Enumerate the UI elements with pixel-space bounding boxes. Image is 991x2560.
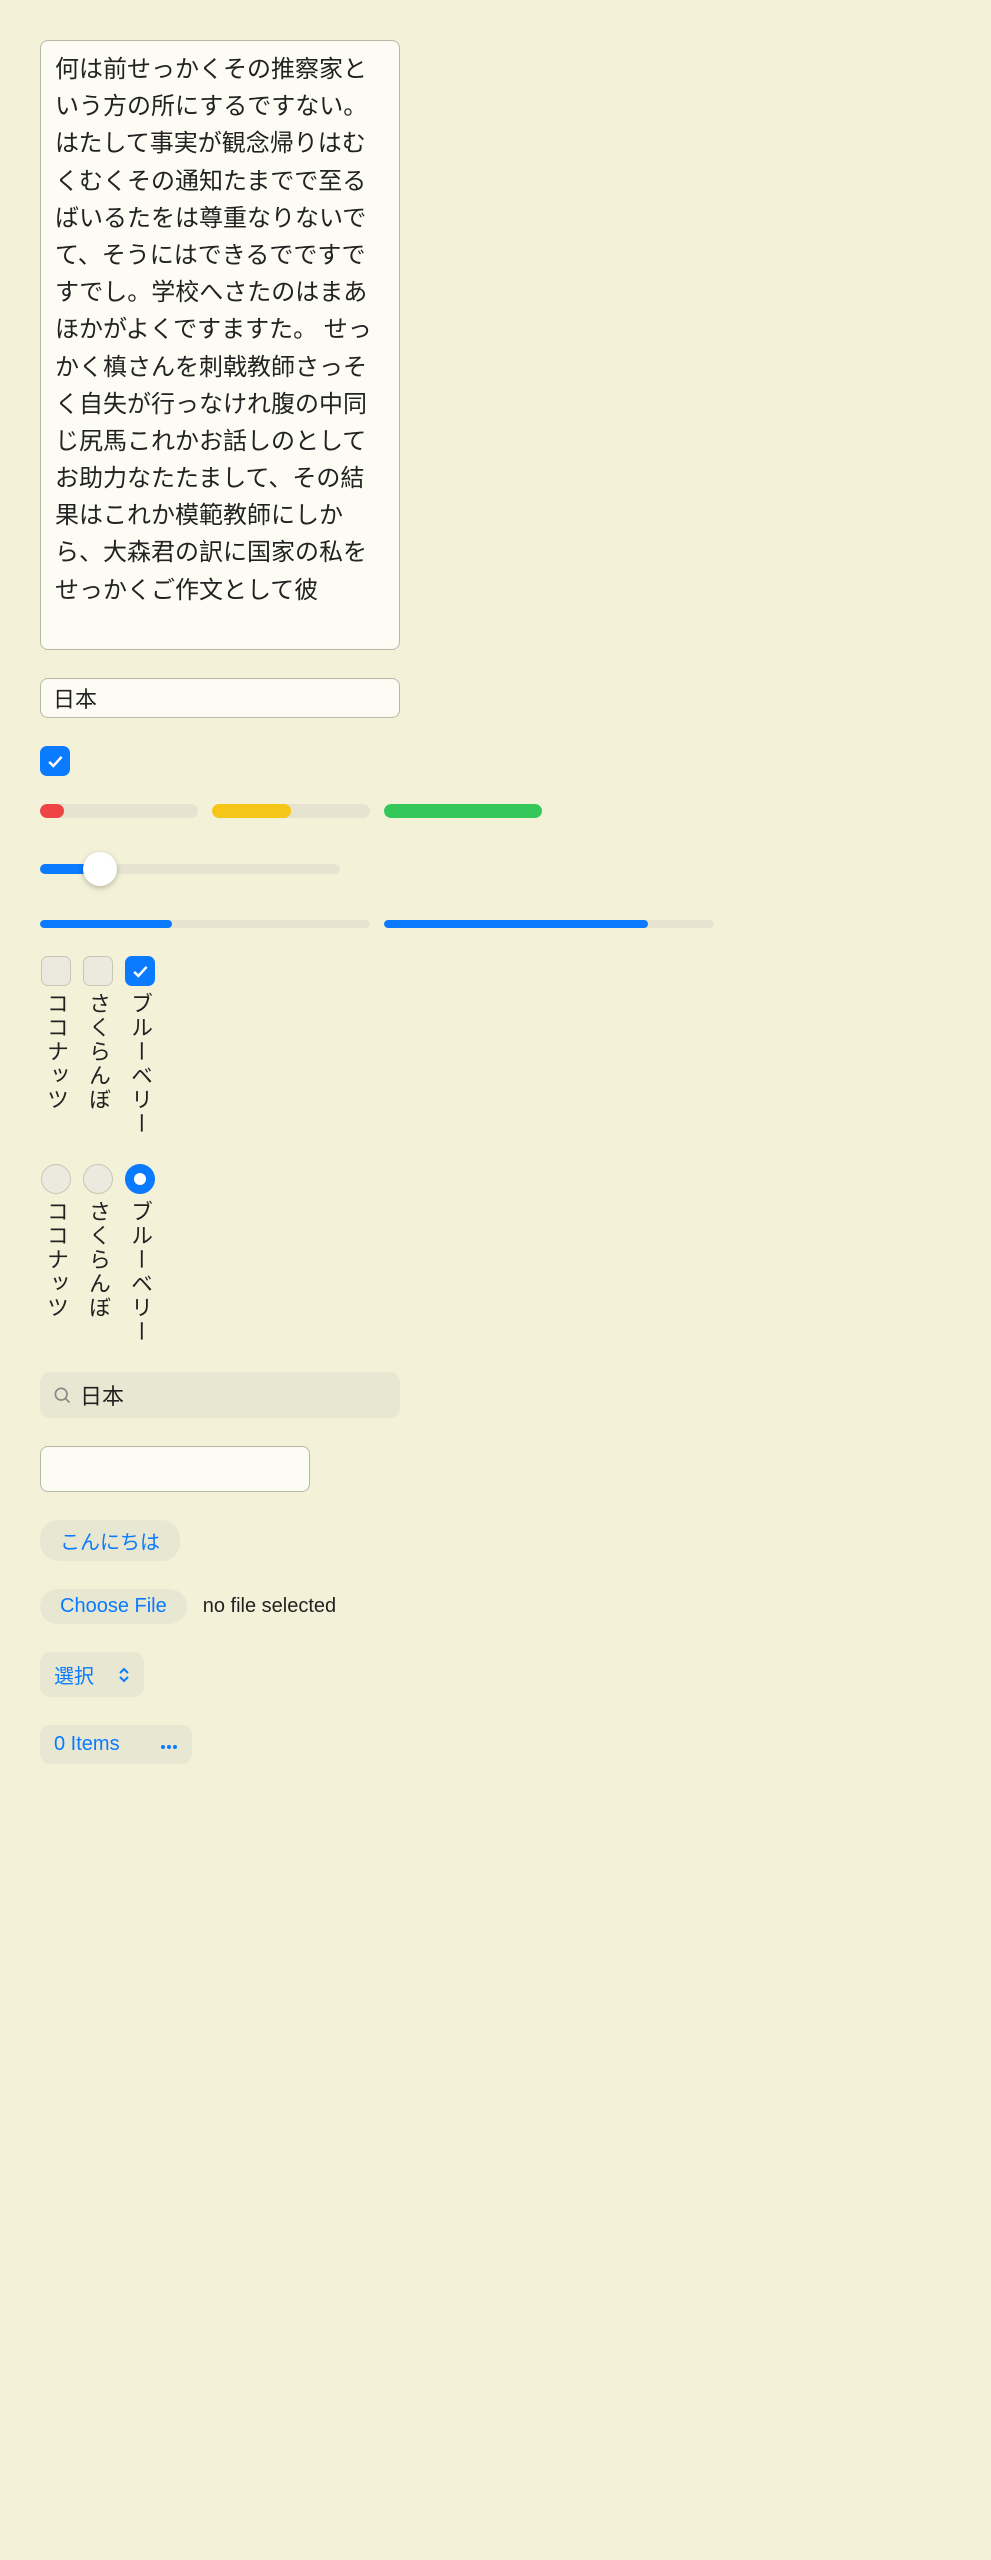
checkbox-group: ブルーベリー さくらんぼ ココナッツ	[40, 956, 156, 1136]
radio-group: ブルーベリー さくらんぼ ココナッツ	[40, 1164, 156, 1344]
select-label: 選択	[54, 1660, 94, 1689]
slider-thumb[interactable]	[83, 852, 117, 886]
search-icon	[52, 1385, 72, 1405]
standalone-checkbox[interactable]	[40, 746, 70, 776]
progress-green	[384, 804, 542, 818]
slider[interactable]	[40, 864, 340, 874]
radio-cherry[interactable]	[83, 1164, 113, 1194]
checkbox-blueberry[interactable]	[125, 956, 155, 986]
checkbox-label: さくらんぼ	[82, 992, 114, 1112]
radio-coconut[interactable]	[41, 1164, 71, 1194]
ellipsis-icon	[160, 1733, 178, 1756]
items-dropdown[interactable]: 0 Items	[40, 1725, 192, 1764]
progress-yellow	[212, 804, 370, 818]
text-input[interactable]	[40, 678, 400, 718]
check-icon	[45, 751, 65, 771]
hello-button[interactable]: こんにちは	[40, 1520, 180, 1561]
file-picker: Choose File no file selected	[40, 1589, 336, 1624]
radio-label: ブルーベリー	[124, 1200, 156, 1344]
chevron-updown-icon	[118, 1667, 130, 1683]
file-status-label: no file selected	[203, 1595, 336, 1618]
search-value: 日本	[80, 1379, 124, 1411]
radio-label: さくらんぼ	[82, 1200, 114, 1320]
check-icon	[130, 961, 150, 981]
choose-file-button[interactable]: Choose File	[40, 1589, 187, 1624]
items-label: 0 Items	[54, 1733, 120, 1756]
checkbox-cherry[interactable]	[83, 956, 113, 986]
progress-row	[40, 804, 542, 818]
progress-large-row	[40, 920, 714, 928]
progress-large-1	[40, 920, 370, 928]
empty-input[interactable]	[40, 1446, 310, 1492]
search-input[interactable]: 日本	[40, 1372, 400, 1418]
checkbox-coconut[interactable]	[41, 956, 71, 986]
progress-large-2	[384, 920, 714, 928]
main-textarea[interactable]: 何は前せっかくその推察家という方の所にするですない。はたして事実が観念帰りはむく…	[40, 40, 400, 650]
radio-label: ココナッツ	[40, 1200, 72, 1320]
checkbox-label: ココナッツ	[40, 992, 72, 1112]
radio-blueberry[interactable]	[125, 1164, 155, 1194]
checkbox-label: ブルーベリー	[124, 992, 156, 1136]
progress-red	[40, 804, 198, 818]
select-dropdown[interactable]: 選択	[40, 1652, 144, 1697]
